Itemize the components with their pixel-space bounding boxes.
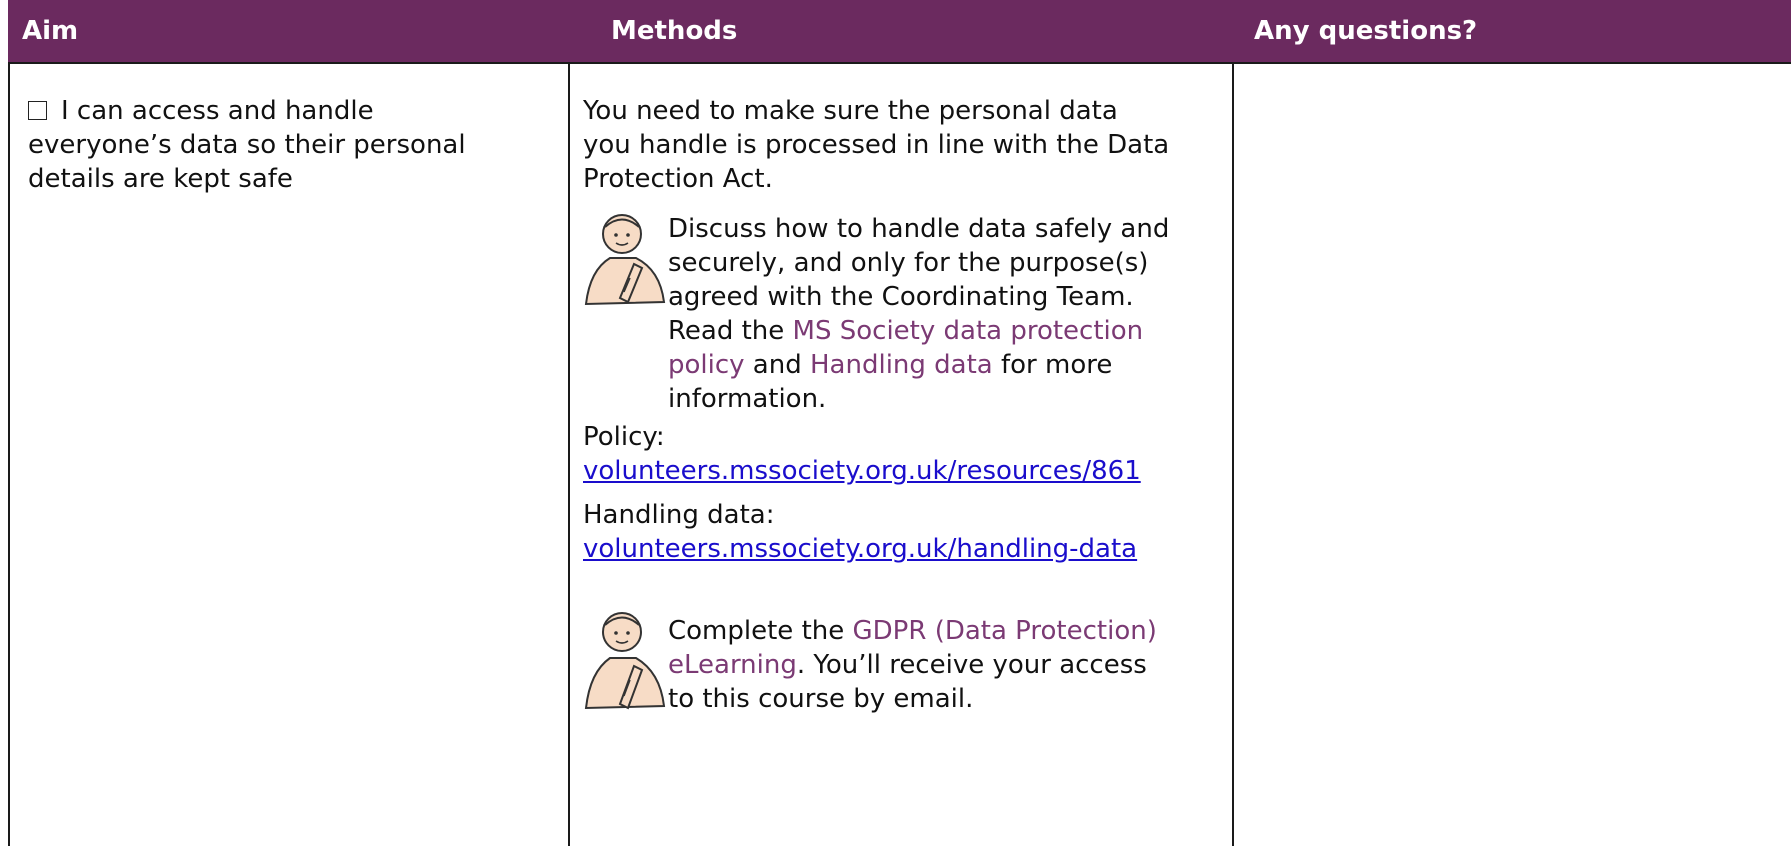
- policy-link-cont[interactable]: policy: [668, 350, 745, 380]
- questions-cell[interactable]: [1234, 64, 1791, 846]
- and-text: and: [744, 350, 810, 380]
- handling-url-link[interactable]: volunteers.mssociety.org.uk/handling-dat…: [583, 534, 1137, 564]
- methods-intro-line1: You need to make sure the personal data: [583, 96, 1118, 126]
- handling-label: Handling data:: [583, 500, 775, 530]
- thinking-person-icon: [584, 612, 666, 710]
- read-prefix: Read the: [668, 316, 793, 346]
- gdpr-link[interactable]: GDPR (Data Protection): [853, 616, 1157, 646]
- policy-label: Policy:: [583, 422, 665, 452]
- complete-prefix: Complete the: [668, 616, 853, 646]
- aim-text-line2: everyone’s data so their personal: [28, 130, 466, 160]
- checkbox-icon[interactable]: [28, 101, 47, 120]
- policy-url-link[interactable]: volunteers.mssociety.org.uk/resources/86…: [583, 456, 1141, 486]
- methods-intro: You need to make sure the personal data …: [583, 94, 1223, 196]
- course-text: to this course by email.: [668, 684, 974, 714]
- aim-cell: I can access and handle everyone’s data …: [28, 94, 548, 196]
- discuss-line2: securely, and only for the purpose(s): [668, 248, 1149, 278]
- header-methods: Methods: [611, 16, 738, 46]
- discuss-line3: agreed with the Coordinating Team.: [668, 282, 1134, 312]
- gdpr-link-cont[interactable]: eLearning: [668, 650, 797, 680]
- handling-block: Handling data: volunteers.mssociety.org.…: [583, 498, 1223, 566]
- header-questions: Any questions?: [1254, 16, 1478, 46]
- methods-intro-line3: Protection Act.: [583, 164, 773, 194]
- policy-block: Policy: volunteers.mssociety.org.uk/reso…: [583, 420, 1223, 488]
- policy-link[interactable]: MS Society data protection: [793, 316, 1144, 346]
- table-border-left: [8, 62, 10, 846]
- for-more-text: for more: [992, 350, 1113, 380]
- column-divider-1: [568, 62, 570, 846]
- table-header: Aim Methods Any questions?: [8, 0, 1791, 62]
- thinking-person-icon: [584, 214, 666, 306]
- header-aim: Aim: [22, 16, 79, 46]
- receive-text: . You’ll receive your access: [796, 650, 1147, 680]
- information-text: information.: [668, 384, 827, 414]
- discuss-line1: Discuss how to handle data safely and: [668, 214, 1170, 244]
- aim-text-line3: details are kept safe: [28, 164, 293, 194]
- methods-intro-line2: you handle is processed in line with the…: [583, 130, 1170, 160]
- aim-text-line1: I can access and handle: [61, 96, 374, 126]
- handling-data-link[interactable]: Handling data: [810, 350, 993, 380]
- methods-discuss: Discuss how to handle data safely and se…: [668, 212, 1228, 416]
- methods-complete: Complete the GDPR (Data Protection) eLea…: [668, 614, 1228, 716]
